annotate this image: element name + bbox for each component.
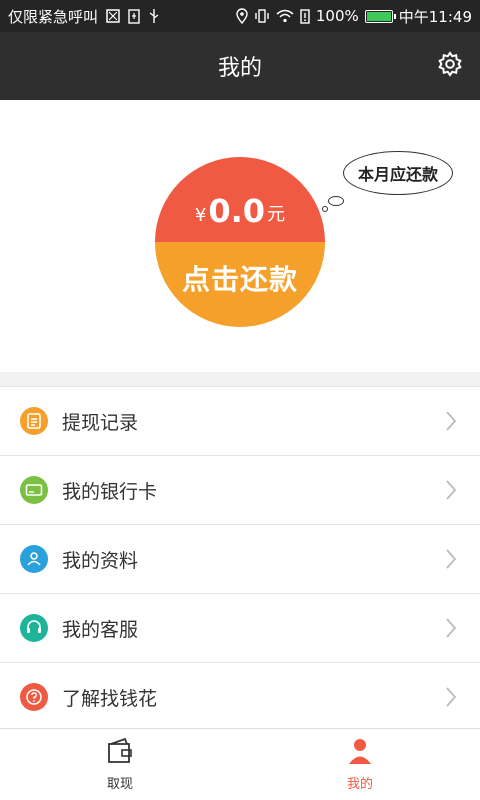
clock: 中午11:49 [398,7,472,26]
bubble-tail [328,196,344,206]
amount-unit: 元 [267,204,286,225]
bubble-tail-small [322,206,328,212]
app-header: 我的 [0,32,480,100]
gear-icon [436,50,464,82]
clipboard-icon [20,407,48,435]
wifi-icon [276,9,294,23]
nav-label: 取现 [106,777,133,792]
menu-item-label: 提现记录 [62,411,139,434]
settings-button[interactable] [434,50,466,82]
chevron-right-icon [442,684,460,710]
battery-percent: 100% [315,7,359,25]
amount-due: 0.0 [208,192,266,230]
menu-item-label: 了解找钱花 [62,687,158,710]
usb-icon [148,8,160,24]
battery-alert-icon [300,8,310,24]
menu-item-label: 我的银行卡 [62,480,158,503]
location-icon [236,8,248,24]
sim-icon [128,8,140,24]
bottom-nav: 取现 我的 [0,728,480,800]
nav-item-withdraw[interactable]: 取现 [0,729,240,800]
nav-label: 我的 [346,777,373,792]
page-title: 我的 [217,56,262,81]
wallet-icon [105,737,135,769]
amount-display: ¥ 0.0 元 [155,157,325,242]
menu-item-about[interactable]: 了解找钱花 [0,663,480,732]
chevron-right-icon [442,615,460,641]
monthly-due-bubble: 本月应还款 [343,151,453,195]
repay-button[interactable]: 点击还款 [155,242,325,327]
notification-icon [106,9,120,23]
status-bar: 仅限紧急呼叫 100% 中午11:49 [0,0,480,32]
vibrate-icon [254,9,270,23]
menu-item-withdraw-records[interactable]: 提现记录 [0,387,480,456]
menu-item-label: 我的资料 [62,549,139,572]
repayment-circle[interactable]: ¥ 0.0 元 点击还款 [155,157,325,327]
bank-card-icon [20,476,48,504]
question-icon [20,683,48,711]
battery-icon [364,9,396,23]
menu-list: 提现记录 我的银行卡 我的资料 我的客服 了解找钱花 [0,386,480,732]
chevron-right-icon [442,408,460,434]
currency-symbol: ¥ [194,205,207,226]
carrier-text: 仅限紧急呼叫 [8,7,99,26]
user-icon [345,737,375,769]
menu-item-customer-service[interactable]: 我的客服 [0,594,480,663]
menu-item-label: 我的客服 [62,618,139,641]
chevron-right-icon [442,546,460,572]
headset-icon [20,614,48,642]
repayment-panel: ¥ 0.0 元 点击还款 本月应还款 [0,100,480,372]
menu-item-profile[interactable]: 我的资料 [0,525,480,594]
menu-item-bank-card[interactable]: 我的银行卡 [0,456,480,525]
chevron-right-icon [442,477,460,503]
profile-icon [20,545,48,573]
nav-item-mine[interactable]: 我的 [240,729,480,800]
